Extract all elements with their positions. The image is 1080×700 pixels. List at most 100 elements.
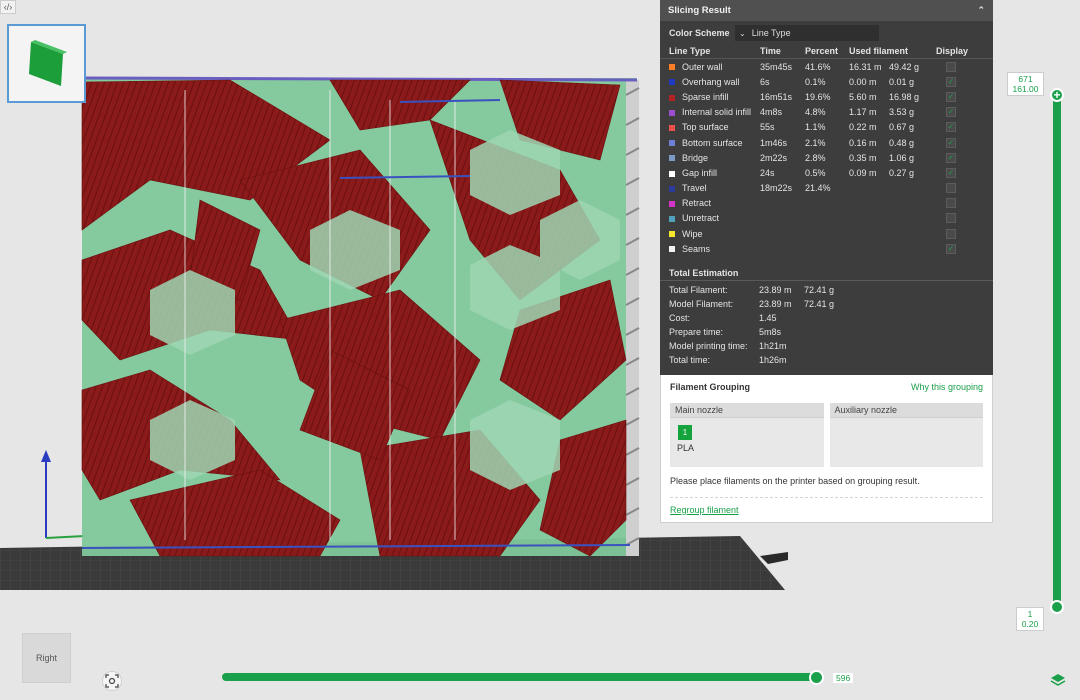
- display-toggle[interactable]: ✓: [936, 91, 966, 102]
- display-checkbox[interactable]: [946, 228, 956, 239]
- display-toggle[interactable]: ✓: [936, 122, 966, 133]
- line-type-label: Unretract: [682, 213, 720, 224]
- line-type-meters: 0.09 m: [849, 167, 877, 178]
- line-type-grams: 0.48 g: [889, 137, 915, 148]
- display-toggle[interactable]: [936, 228, 966, 239]
- display-checkbox[interactable]: [946, 183, 956, 194]
- display-checkbox[interactable]: [946, 213, 956, 224]
- display-toggle[interactable]: ✓: [936, 152, 966, 163]
- bottom-layer-label: 1 0.20: [1016, 607, 1044, 631]
- line-type-name: Wipe: [669, 229, 760, 239]
- layer-slider-top-handle[interactable]: +: [1050, 88, 1064, 102]
- display-checkbox[interactable]: ✓: [946, 167, 956, 178]
- display-toggle[interactable]: ✓: [936, 137, 966, 148]
- line-type-grams: 0.67 g: [889, 122, 915, 133]
- display-toggle[interactable]: ✓: [936, 243, 966, 254]
- display-checkbox[interactable]: ✓: [946, 152, 956, 163]
- line-type-label: Overhang wall: [682, 76, 740, 87]
- line-type-time: 4m8s: [760, 107, 783, 118]
- color-scheme-row: Color Scheme ⌄ Line Type: [660, 23, 993, 43]
- line-type-name: Gap infill: [669, 168, 760, 178]
- line-type-table-header: Line Type Time Percent Used filament Dis…: [660, 43, 993, 59]
- color-scheme-select[interactable]: ⌄ Line Type: [735, 25, 879, 41]
- line-type-percent: 0.1%: [805, 76, 826, 87]
- camera-reset-button[interactable]: [102, 671, 122, 691]
- top-layer-height: 161.00: [1012, 84, 1039, 94]
- plus-icon: +: [1053, 88, 1061, 102]
- display-toggle[interactable]: ✓: [936, 167, 966, 178]
- display-toggle[interactable]: [936, 213, 966, 224]
- plate-thumbnail[interactable]: [7, 24, 86, 103]
- estimation-value: 23.89 m: [759, 285, 792, 296]
- color-swatch: [669, 79, 675, 86]
- color-swatch: [669, 185, 675, 192]
- display-checkbox[interactable]: ✓: [946, 122, 956, 133]
- color-swatch: [669, 216, 675, 223]
- collapse-sidebar-toggle[interactable]: ‹/›: [0, 0, 16, 14]
- filament-grouping-section: Filament Grouping Why this grouping Main…: [660, 374, 993, 523]
- line-type-name: Bottom surface: [669, 138, 760, 148]
- display-checkbox[interactable]: [946, 61, 956, 72]
- estimation-value: 1h21m: [759, 340, 787, 351]
- color-swatch: [669, 200, 675, 207]
- top-layer-label: 671 161.00: [1007, 72, 1044, 96]
- line-type-meters: 16.31 m: [849, 61, 882, 72]
- line-type-name: Retract: [669, 198, 760, 208]
- 3d-viewport[interactable]: ‹/› Slicing Result ⌃ Color Scheme ⌄ Line…: [0, 0, 1080, 700]
- color-swatch: [669, 124, 675, 131]
- total-estimation-title: Total Estimation: [660, 265, 993, 282]
- estimation-weight: 72.41 g: [804, 285, 835, 296]
- move-slider-handle[interactable]: [809, 670, 824, 685]
- display-toggle[interactable]: [936, 198, 966, 209]
- color-swatch: [669, 64, 675, 71]
- col-used-filament: Used filament: [849, 45, 909, 56]
- estimation-label: Total Filament:: [669, 285, 728, 296]
- auxiliary-nozzle-title: Auxiliary nozzle: [829, 402, 983, 418]
- estimation-row: Prepare time: 5m8s: [660, 325, 993, 339]
- display-checkbox[interactable]: ✓: [946, 107, 956, 118]
- line-type-row: Bottom surface 1m46s 2.1% 0.16 m 0.48 g ✓: [660, 135, 993, 150]
- line-type-time: 24s: [760, 167, 775, 178]
- line-type-name: Sparse infill: [669, 92, 760, 102]
- main-nozzle-title: Main nozzle: [670, 402, 824, 418]
- estimation-weight: 72.41 g: [804, 299, 835, 310]
- line-type-name: Travel: [669, 183, 760, 193]
- line-type-grams: 3.53 g: [889, 107, 915, 118]
- color-swatch: [669, 94, 675, 101]
- regroup-filament-link[interactable]: Regroup filament: [670, 505, 739, 515]
- move-slider-track[interactable]: [222, 673, 822, 681]
- display-toggle[interactable]: [936, 61, 966, 72]
- line-type-name: Overhang wall: [669, 77, 760, 87]
- display-checkbox[interactable]: [946, 198, 956, 209]
- estimation-label: Total time:: [669, 354, 711, 365]
- line-type-time: 16m51s: [760, 91, 793, 102]
- display-toggle[interactable]: [936, 183, 966, 194]
- view-cube[interactable]: Right: [22, 633, 71, 683]
- line-type-grams: 1.06 g: [889, 152, 915, 163]
- why-grouping-link[interactable]: Why this grouping: [911, 382, 983, 392]
- line-type-row: Sparse infill 16m51s 19.6% 5.60 m 16.98 g ✓: [660, 89, 993, 104]
- display-toggle[interactable]: ✓: [936, 76, 966, 87]
- display-checkbox[interactable]: ✓: [946, 76, 956, 87]
- line-type-meters: 1.17 m: [849, 107, 877, 118]
- display-checkbox[interactable]: ✓: [946, 91, 956, 102]
- collapse-panel-icon[interactable]: ⌃: [977, 5, 985, 16]
- layers-button[interactable]: [1048, 670, 1068, 690]
- display-toggle[interactable]: ✓: [936, 107, 966, 118]
- filament-chip[interactable]: 1: [678, 424, 692, 440]
- line-type-percent: 2.1%: [805, 137, 826, 148]
- line-type-row: Retract: [660, 196, 993, 211]
- estimation-list: Total Filament: 23.89 m 72.41 g Model Filam…: [660, 281, 993, 374]
- estimation-value: 1h26m: [759, 354, 787, 365]
- display-checkbox[interactable]: ✓: [946, 137, 956, 148]
- line-type-label: Outer wall: [682, 61, 723, 72]
- display-checkbox[interactable]: ✓: [946, 243, 956, 254]
- line-type-row: Top surface 55s 1.1% 0.22 m 0.67 g ✓: [660, 120, 993, 135]
- layer-slider-bottom-handle[interactable]: [1050, 600, 1064, 614]
- estimation-label: Model Filament:: [669, 299, 734, 310]
- line-type-percent: 41.6%: [805, 61, 831, 72]
- line-type-label: Top surface: [682, 122, 729, 133]
- layer-slider-track[interactable]: [1053, 95, 1061, 607]
- estimation-row: Model Filament: 23.89 m 72.41 g: [660, 297, 993, 311]
- col-line-type: Line Type: [669, 45, 711, 56]
